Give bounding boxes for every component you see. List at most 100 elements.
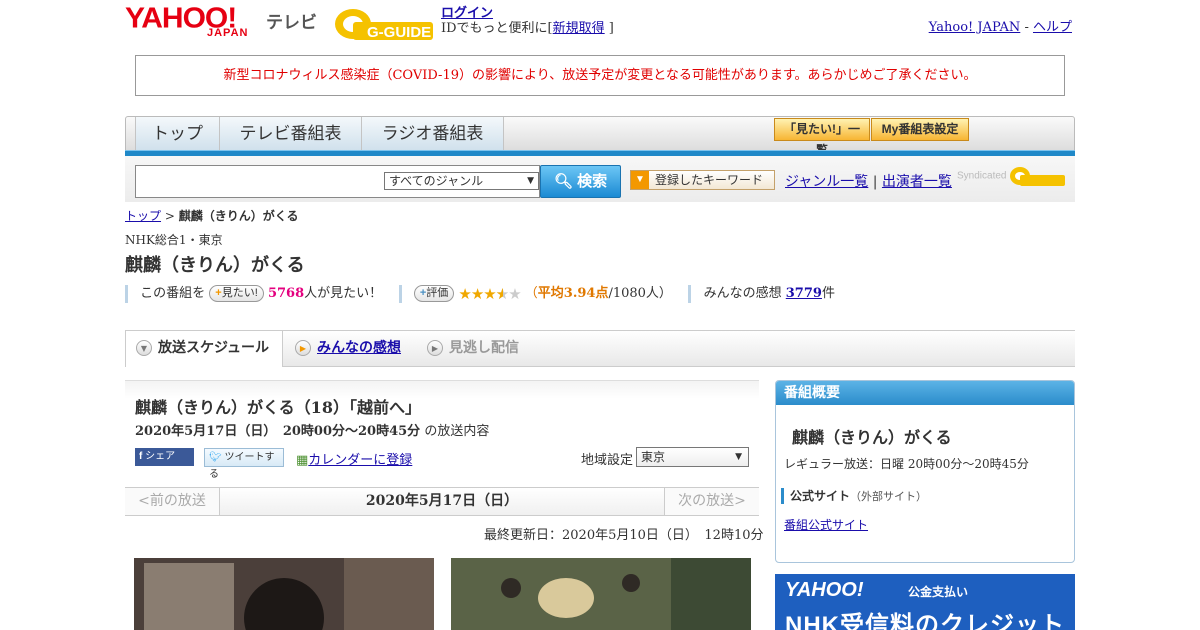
- episode-date: 2020年5月17日（日） 20時00分～20時45分 の放送内容: [135, 420, 489, 439]
- avg-open: （: [524, 286, 538, 301]
- summary-header: 番組概要: [776, 381, 1074, 405]
- breadcrumb-current: 麒麟（きりん）がくる: [178, 209, 299, 223]
- summary-regular-broadcast: レギュラー放送：日曜 20時00分～20時45分: [784, 457, 1029, 471]
- calendar-link-label[interactable]: カレンダーに登録: [308, 453, 412, 468]
- chevron-down-icon: ▼: [136, 340, 152, 356]
- play-icon: ▶: [295, 340, 311, 356]
- tab-streaming-label: 見逃し配信: [449, 340, 519, 356]
- rating-stars: ★★★★ ★ ★: [458, 284, 521, 303]
- yahoo-japan-link[interactable]: Yahoo! JAPAN: [929, 20, 1021, 35]
- gguide-logo-text: G-GUIDE: [367, 24, 431, 41]
- tab-impressions[interactable]: ▶ みんなの感想: [295, 331, 415, 367]
- episode-title: 麒麟（きりん）がくる（18）「越前へ」: [135, 398, 421, 417]
- avg-count: /1080人）: [608, 286, 672, 301]
- nav-tab-top[interactable]: トップ: [136, 117, 220, 151]
- ad-pay-label: 公金支払い: [908, 585, 969, 599]
- yahoo-logo-japan: JAPAN: [207, 27, 249, 39]
- register-link[interactable]: 新規取得: [553, 21, 605, 36]
- login-block: ログイン IDでもっと便利に[新規取得 ]: [441, 6, 614, 36]
- tab-streaming[interactable]: ▶ 見逃し配信: [427, 331, 547, 367]
- want-prefix: この番組を: [140, 286, 206, 301]
- search-links: ジャンル一覧 | 出演者一覧: [785, 171, 952, 191]
- tv-logo-label[interactable]: テレビ: [266, 8, 317, 33]
- summary-title: 麒麟（きりん）がくる: [792, 428, 952, 447]
- official-site-link-wrap: 番組公式サイト: [784, 516, 868, 533]
- header-link-separator: -: [1024, 20, 1029, 35]
- episode-photo-image: [451, 558, 751, 630]
- chevron-down-icon: ▼: [735, 452, 742, 462]
- syndicated-label: Syndicated: [957, 170, 1007, 182]
- last-updated: 最終更新日：2020年5月10日（日） 12時10分: [484, 528, 764, 543]
- episode-photo: [134, 558, 434, 630]
- breadcrumb-separator: >: [164, 209, 175, 223]
- region-label: 地域設定: [581, 453, 634, 468]
- tweet-button[interactable]: 🐦︎ ツイートする: [204, 448, 284, 480]
- want-list-button[interactable]: 「見たい!」一覧: [774, 118, 870, 157]
- prev-broadcast-button[interactable]: <前の放送: [125, 488, 220, 515]
- official-site-label: 公式サイト: [790, 489, 851, 503]
- global-nav: トップ テレビ番組表 ラジオ番組表 「見たい!」一覧 My番組表設定: [125, 116, 1075, 157]
- official-site-heading: 公式サイト（外部サイト）: [781, 488, 927, 504]
- want-button-label: 見たい!: [221, 287, 258, 299]
- nav-tab-tv[interactable]: テレビ番組表: [220, 117, 362, 151]
- login-link[interactable]: ログイン: [441, 6, 493, 21]
- login-sub-prefix: IDでもっと便利に[: [441, 21, 553, 36]
- ad-banner[interactable]: YAHOO! 公金支払い NHK受信料のクレジット: [775, 574, 1075, 630]
- twitter-bird-icon: 🐦︎: [209, 452, 222, 463]
- my-schedule-button[interactable]: My番組表設定: [871, 118, 969, 141]
- episode-datetime: 2020年5月17日（日） 20時00分～20時45分: [135, 424, 421, 439]
- official-site-note: （外部サイト）: [850, 490, 928, 503]
- current-broadcast-date: 2020年5月17日（日）: [365, 493, 519, 509]
- covid-notice: 新型コロナウィルス感染症（COVID-19）の影響により、放送予定が変更となる可…: [135, 55, 1065, 96]
- impressions-count-link[interactable]: 3779: [786, 286, 822, 301]
- tab-schedule[interactable]: ▼ 放送スケジュール: [125, 331, 283, 367]
- ad-yahoo-logo: YAHOO!: [785, 579, 864, 601]
- nav-tab-radio[interactable]: ラジオ番組表: [362, 117, 504, 151]
- keyword-button-label: 登録したキーワード: [655, 173, 764, 187]
- search-button[interactable]: 🔍︎ 検索: [540, 165, 621, 198]
- tab-impressions-label[interactable]: みんなの感想: [317, 340, 401, 356]
- episode-photo-image: [134, 558, 434, 630]
- breadcrumb-top-link[interactable]: トップ: [125, 209, 161, 223]
- next-broadcast-button[interactable]: 次の放送>: [664, 488, 759, 515]
- channel-label: NHK総合1・東京: [125, 233, 223, 247]
- gguide-logo[interactable]: G-GUIDE: [333, 6, 433, 42]
- episode-photo: [451, 558, 751, 630]
- tab-schedule-label: 放送スケジュール: [158, 340, 270, 356]
- divider: [688, 284, 692, 303]
- divider: [398, 284, 402, 303]
- program-stats: この番組を +見たい! 5768人が見たい！ +評価 ★★★★ ★ ★ （平均3.9…: [125, 282, 925, 303]
- official-site-link[interactable]: 番組公式サイト: [784, 518, 868, 532]
- facebook-share-label: シェア: [145, 451, 176, 462]
- help-link[interactable]: ヘルプ: [1033, 20, 1072, 35]
- genre-list-link[interactable]: ジャンル一覧: [785, 174, 868, 190]
- avg-score: 平均3.94点: [537, 286, 609, 301]
- genre-select-value: すべてのジャンル: [389, 174, 484, 188]
- want-suffix: 人が見たい！: [304, 286, 383, 301]
- performer-list-link[interactable]: 出演者一覧: [882, 174, 952, 190]
- date-navigator: <前の放送 2020年5月17日（日） 次の放送>: [125, 487, 759, 516]
- search-icon: 🔍︎: [553, 173, 573, 190]
- divider: [125, 284, 128, 303]
- genre-select[interactable]: すべてのジャンル ▼: [384, 172, 539, 190]
- triangle-down-icon: ▼: [631, 171, 649, 189]
- play-icon: ▶: [427, 340, 443, 356]
- search-link-separator: |: [872, 174, 878, 190]
- want-button[interactable]: +見たい!: [209, 285, 264, 302]
- chevron-down-icon: ▼: [527, 176, 534, 186]
- keyword-button[interactable]: ▼ 登録したキーワード: [630, 170, 775, 190]
- nav-edge: [126, 117, 136, 151]
- facebook-share-button[interactable]: f シェア: [135, 448, 194, 466]
- calendar-link[interactable]: ▦カレンダーに登録: [296, 449, 412, 468]
- breadcrumb: トップ > 麒麟（きりん）がくる: [125, 207, 299, 224]
- search-button-label: 検索: [577, 173, 608, 190]
- rate-button-label: 評価: [426, 287, 449, 299]
- impressions-suffix: 件: [821, 286, 835, 301]
- region-select[interactable]: 東京 ▼: [636, 447, 749, 467]
- ad-text: NHK受信料のクレジット: [785, 612, 1065, 630]
- region-select-value: 東京: [641, 450, 666, 464]
- page-title: 麒麟（きりん）がくる: [125, 255, 305, 276]
- rate-button[interactable]: +評価: [413, 285, 455, 302]
- gguide-small-icon: [1010, 167, 1066, 186]
- want-count: 5768: [267, 286, 305, 301]
